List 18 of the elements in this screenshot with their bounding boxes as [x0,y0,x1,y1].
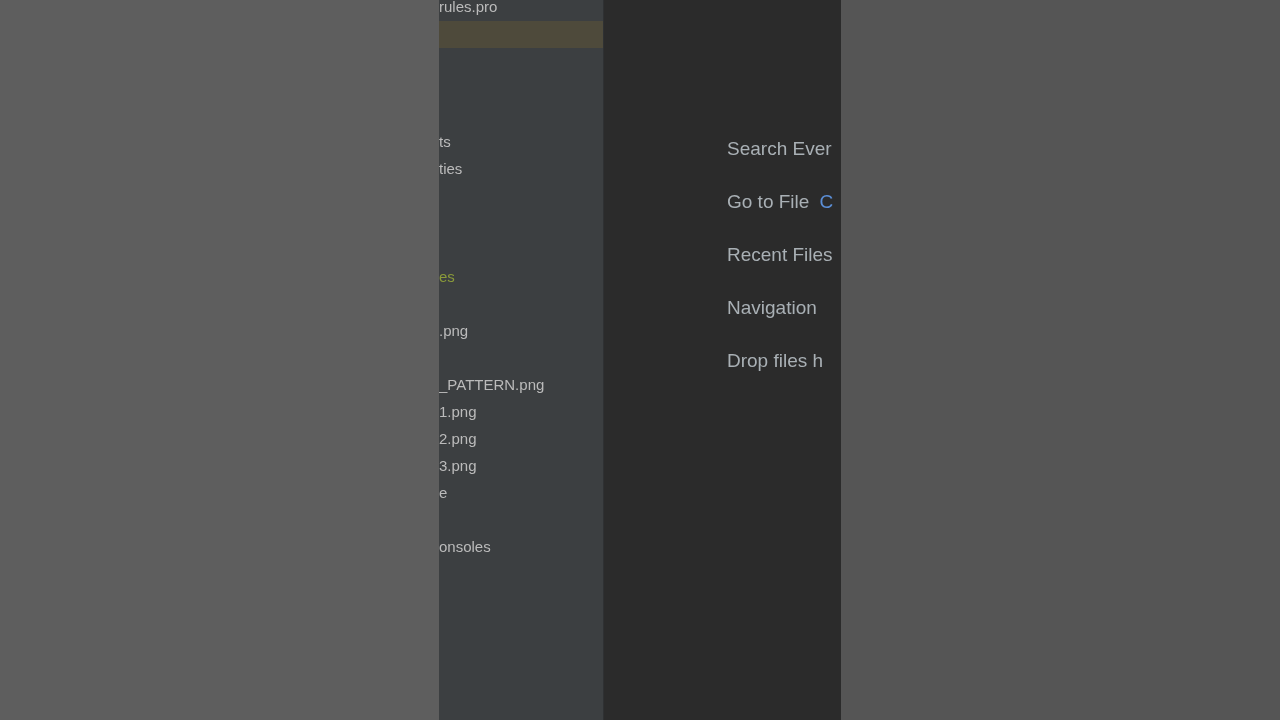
hint-text: Navigation [727,296,817,320]
tree-item[interactable]: onsoles [439,536,491,559]
selected-tree-row[interactable] [439,21,603,48]
tree-item[interactable]: 3.png [439,455,477,478]
hint-text: Search Ever [727,137,832,161]
tree-item[interactable]: es [439,266,455,289]
hint-text: Drop files h [727,349,824,373]
tree-item[interactable]: _PATTERN.png [439,374,545,397]
tree-item[interactable]: ties [439,158,463,181]
hint-text: Go to File [727,190,810,214]
tree-item[interactable]: rules.pro [439,0,498,19]
tree-item[interactable]: 1.png [439,401,477,424]
tree-item[interactable]: ts [439,131,451,154]
shortcut-text: C [819,190,834,214]
hint-text: Recent Files [727,243,833,267]
tree-item[interactable]: e [439,482,448,505]
tree-item[interactable]: .png [439,320,469,343]
tree-item[interactable]: 2.png [439,428,477,451]
